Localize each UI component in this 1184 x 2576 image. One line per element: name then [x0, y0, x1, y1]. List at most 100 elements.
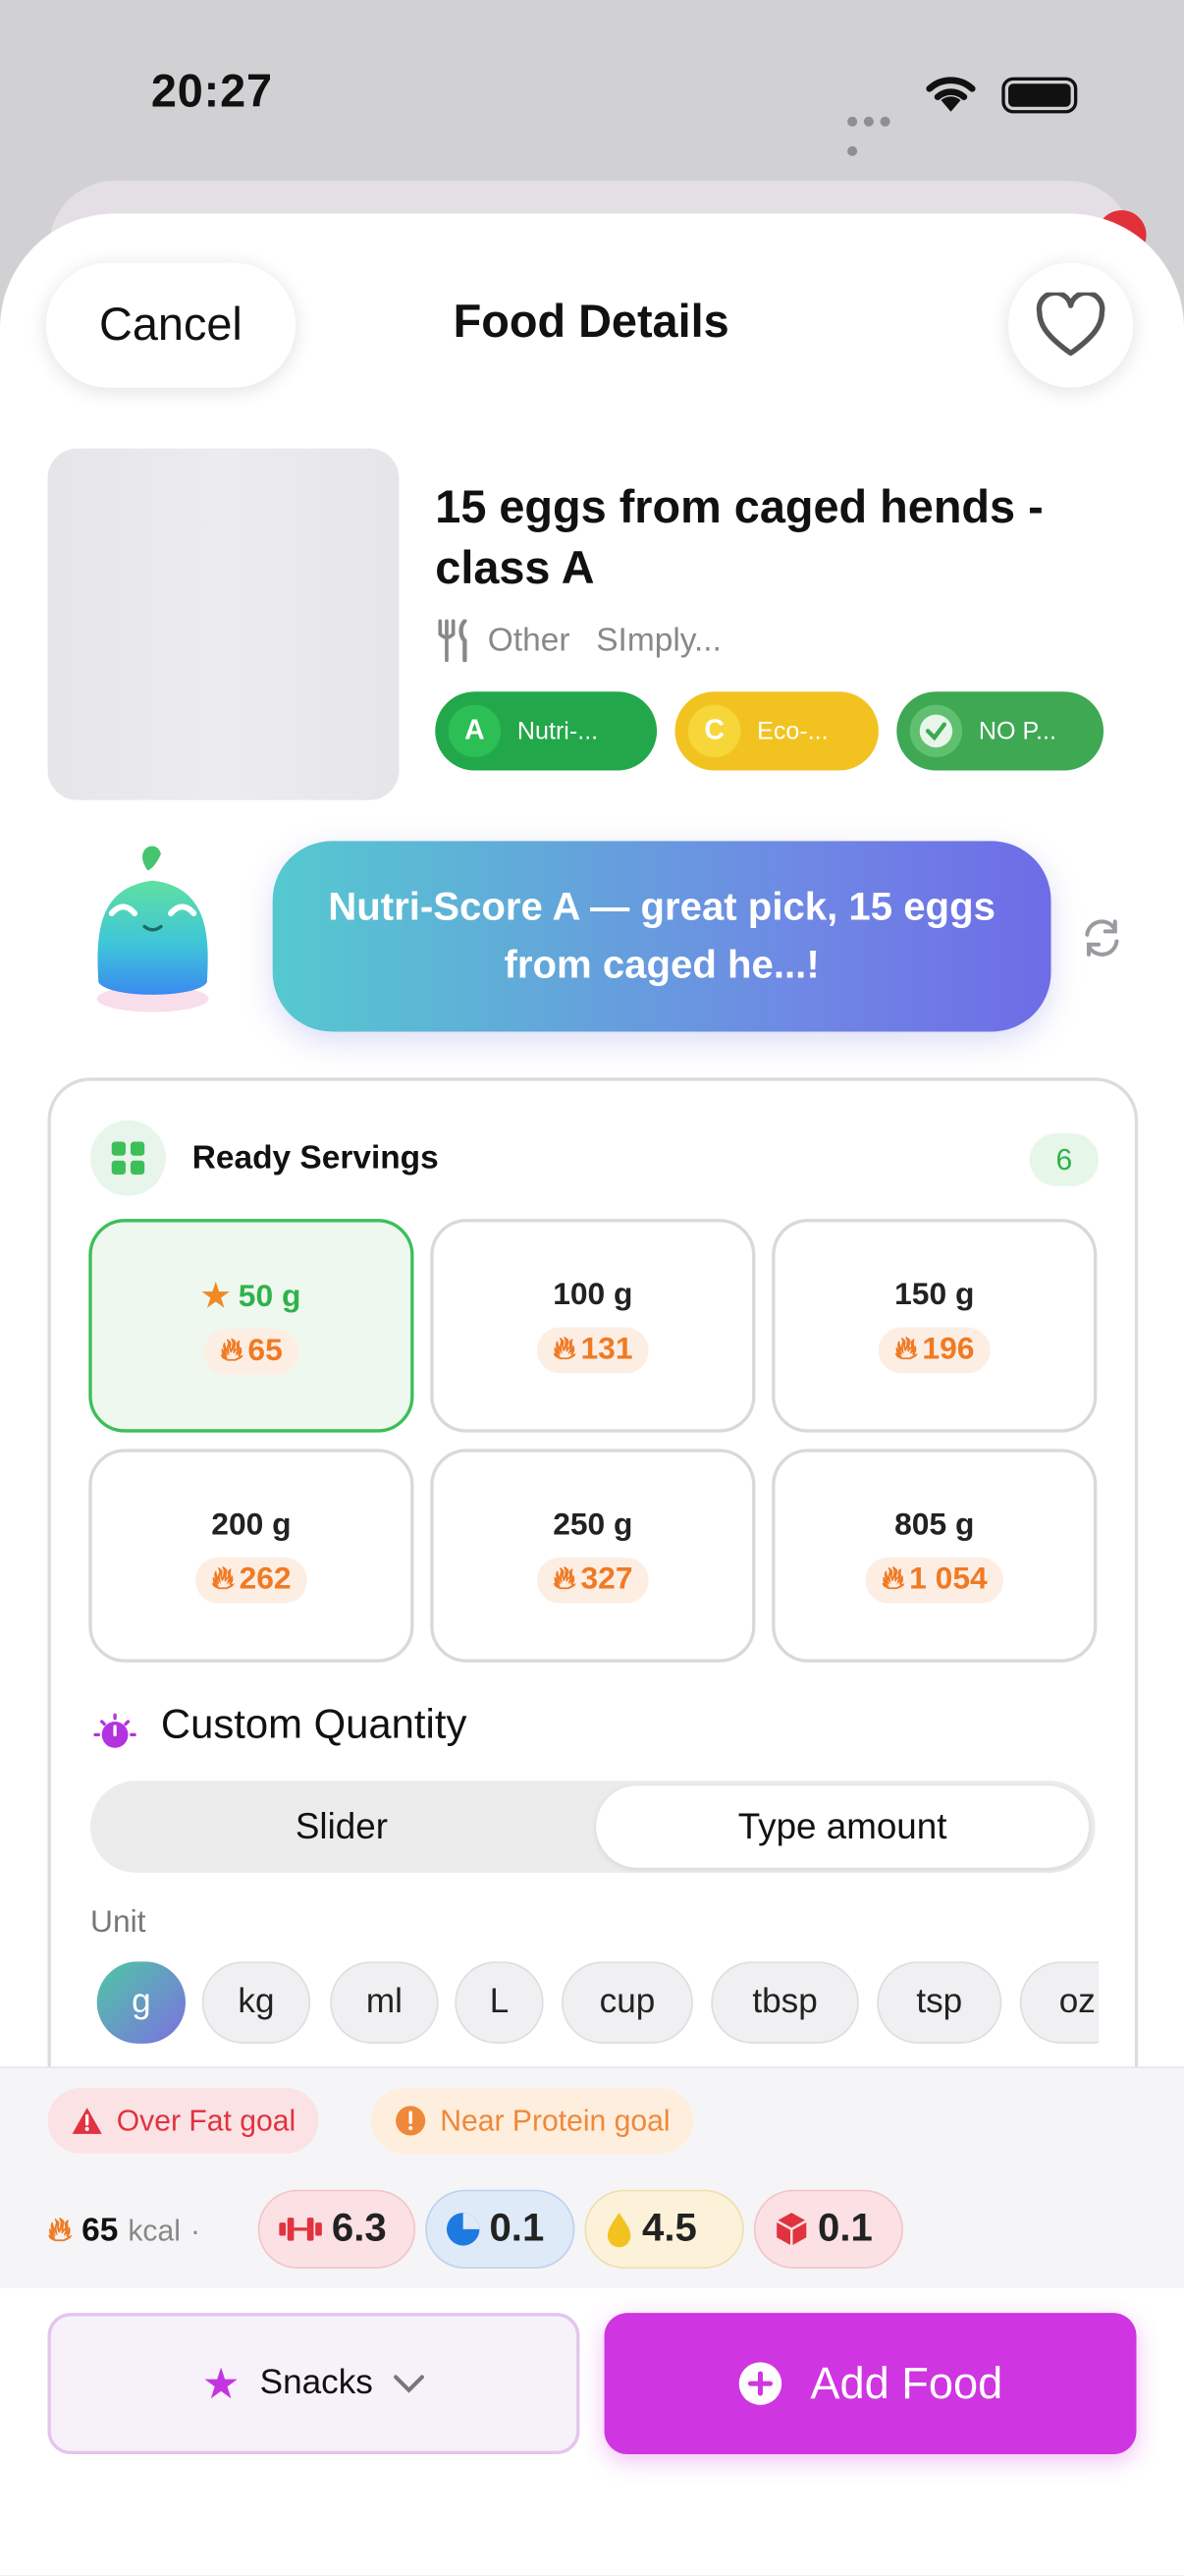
serving-tile[interactable]: ★ 50 g 🔥︎ 65 — [88, 1219, 414, 1433]
food-brand: SImply... — [596, 622, 722, 658]
eco-score-badge[interactable]: C Eco-... — [674, 691, 879, 771]
serving-tile[interactable]: 100 g 🔥︎ 131 — [430, 1219, 756, 1433]
chevron-down-icon — [394, 2375, 425, 2393]
fat-macro: 4.5 — [584, 2189, 744, 2269]
kcal-total: 🔥︎ 65 kcal · — [48, 2213, 200, 2250]
flame-icon: 🔥︎ — [47, 2213, 73, 2249]
fork-knife-icon — [438, 619, 467, 663]
servings-card: Ready Servings 6 ★ 50 g 🔥︎ 65 100 g 🔥︎ 131… — [47, 1077, 1139, 2129]
heart-icon — [1036, 292, 1105, 356]
no-palm-label: NO P... — [978, 717, 1056, 745]
food-meta: Other SImply... — [435, 619, 722, 663]
flame-icon: 🔥︎ — [553, 1562, 576, 1597]
fat-value: 4.5 — [642, 2206, 697, 2251]
droplet-icon — [607, 2213, 631, 2248]
serving-tile[interactable]: 250 g 🔥︎ 327 — [430, 1449, 756, 1663]
page-title: Food Details — [453, 296, 729, 347]
cube-icon — [776, 2213, 807, 2246]
kcal-value: 65 — [81, 2213, 119, 2249]
unit-chip-row: g kg ml L cup tbsp tsp oz — [93, 1961, 1100, 2047]
nutri-score-label: Nutri-... — [516, 717, 599, 745]
unit-chip-oz[interactable]: oz — [1019, 1961, 1100, 2044]
serving-kcal-value: 131 — [580, 1332, 633, 1367]
timer-icon — [93, 1712, 136, 1763]
grid-icon — [89, 1120, 166, 1196]
unit-chip-cup[interactable]: cup — [562, 1961, 693, 2044]
nutri-score-badge[interactable]: A Nutri-... — [435, 691, 658, 771]
serving-kcal-value: 1 054 — [909, 1562, 988, 1597]
custom-quantity-label: Custom Quantity — [160, 1701, 467, 1748]
carbs-value: 0.1 — [489, 2206, 545, 2251]
flame-icon: 🔥︎ — [881, 1562, 905, 1597]
meal-label: Snacks — [259, 2364, 373, 2402]
no-palm-badge[interactable]: NO P... — [896, 691, 1104, 771]
ready-servings-label: Ready Servings — [191, 1139, 439, 1177]
food-category: Other — [487, 622, 570, 658]
serving-kcal: 🔥︎ 131 — [536, 1327, 650, 1374]
wifi-icon — [923, 73, 979, 124]
refresh-icon[interactable] — [1081, 916, 1123, 967]
serving-grams: 100 g — [553, 1278, 633, 1313]
serving-kcal-value: 262 — [239, 1562, 292, 1597]
plus-circle-icon — [739, 2362, 782, 2405]
near-protein-warning: Near Protein goal — [371, 2088, 694, 2154]
flame-icon: 🔥︎ — [211, 1562, 235, 1597]
serving-grams: 200 g — [211, 1507, 292, 1543]
near-protein-warning-text: Near Protein goal — [440, 2103, 671, 2137]
unit-chip-g[interactable]: g — [96, 1961, 187, 2044]
status-time: 20:27 — [150, 65, 273, 117]
type-amount-mode-option[interactable]: Type amount — [596, 1785, 1090, 1868]
servings-count-badge: 6 — [1029, 1133, 1100, 1186]
serving-tile[interactable]: 805 g 🔥︎ 1 054 — [772, 1449, 1098, 1663]
serving-kcal: 🔥︎ 327 — [536, 1557, 650, 1604]
flame-icon: 🔥︎ — [553, 1332, 576, 1367]
serving-kcal: 🔥︎ 196 — [878, 1327, 992, 1374]
warning-icon — [72, 2108, 102, 2134]
flame-icon: 🔥︎ — [220, 1333, 243, 1368]
nutri-score-letter: A — [448, 704, 502, 758]
serving-grams: 250 g — [553, 1507, 633, 1543]
unit-chip-l[interactable]: L — [455, 1961, 544, 2044]
assistant-message: Nutri-Score A — great pick, 15 eggs from… — [272, 841, 1051, 1032]
unit-chip-tsp[interactable]: tsp — [877, 1961, 1002, 2044]
battery-icon — [1001, 77, 1078, 114]
separator-dot: · — [189, 2214, 200, 2248]
favorite-button[interactable] — [1008, 262, 1134, 388]
pie-icon — [446, 2213, 480, 2246]
cancel-button[interactable]: Cancel — [45, 262, 296, 388]
serving-grams: 805 g — [894, 1507, 975, 1543]
slider-mode-option[interactable]: Slider — [95, 1785, 588, 1868]
serving-grams: 50 g — [238, 1279, 301, 1314]
eco-score-label: Eco-... — [757, 717, 829, 745]
nutrition-summary: Over Fat goal Near Protein goal 🔥︎ 65 kc… — [0, 2066, 1184, 2289]
star-icon: ★ — [201, 2358, 241, 2408]
food-name: 15 eggs from caged hends - class A — [435, 481, 1044, 593]
serving-grams: 150 g — [894, 1278, 975, 1313]
serving-kcal-value: 327 — [580, 1562, 633, 1597]
serving-kcal: 🔥︎ 262 — [194, 1557, 308, 1604]
unit-chip-tbsp[interactable]: tbsp — [711, 1961, 859, 2044]
protein-macro: 6.3 — [257, 2189, 416, 2269]
serving-kcal: 🔥︎ 65 — [203, 1328, 299, 1375]
over-fat-warning-text: Over Fat goal — [116, 2103, 296, 2137]
over-fat-warning: Over Fat goal — [47, 2088, 319, 2154]
footer-bar: ★ Snacks Add Food — [0, 2288, 1184, 2576]
food-details-sheet: Cancel Food Details 15 eggs from caged h… — [0, 213, 1184, 2576]
dumbbell-icon — [279, 2218, 322, 2241]
meal-selector[interactable]: ★ Snacks — [47, 2313, 580, 2455]
unit-chip-kg[interactable]: kg — [201, 1961, 311, 2044]
serving-kcal: 🔥︎ 1 054 — [865, 1557, 1004, 1604]
serving-tile[interactable]: 200 g 🔥︎ 262 — [88, 1449, 414, 1663]
sugar-value: 0.1 — [818, 2206, 873, 2251]
checkmark-icon — [909, 704, 963, 758]
serving-kcal-value: 196 — [922, 1332, 975, 1367]
serving-tile[interactable]: 150 g 🔥︎ 196 — [772, 1219, 1098, 1433]
sugar-macro: 0.1 — [753, 2189, 903, 2269]
unit-chip-ml[interactable]: ml — [330, 1961, 439, 2044]
add-food-button[interactable]: Add Food — [604, 2313, 1137, 2455]
flame-icon: 🔥︎ — [894, 1332, 918, 1367]
badge-row: A Nutri-... C Eco-... NO P... — [435, 691, 1104, 771]
star-icon: ★ — [201, 1279, 230, 1314]
mascot-avatar — [82, 835, 224, 1015]
add-food-label: Add Food — [810, 2358, 1003, 2408]
